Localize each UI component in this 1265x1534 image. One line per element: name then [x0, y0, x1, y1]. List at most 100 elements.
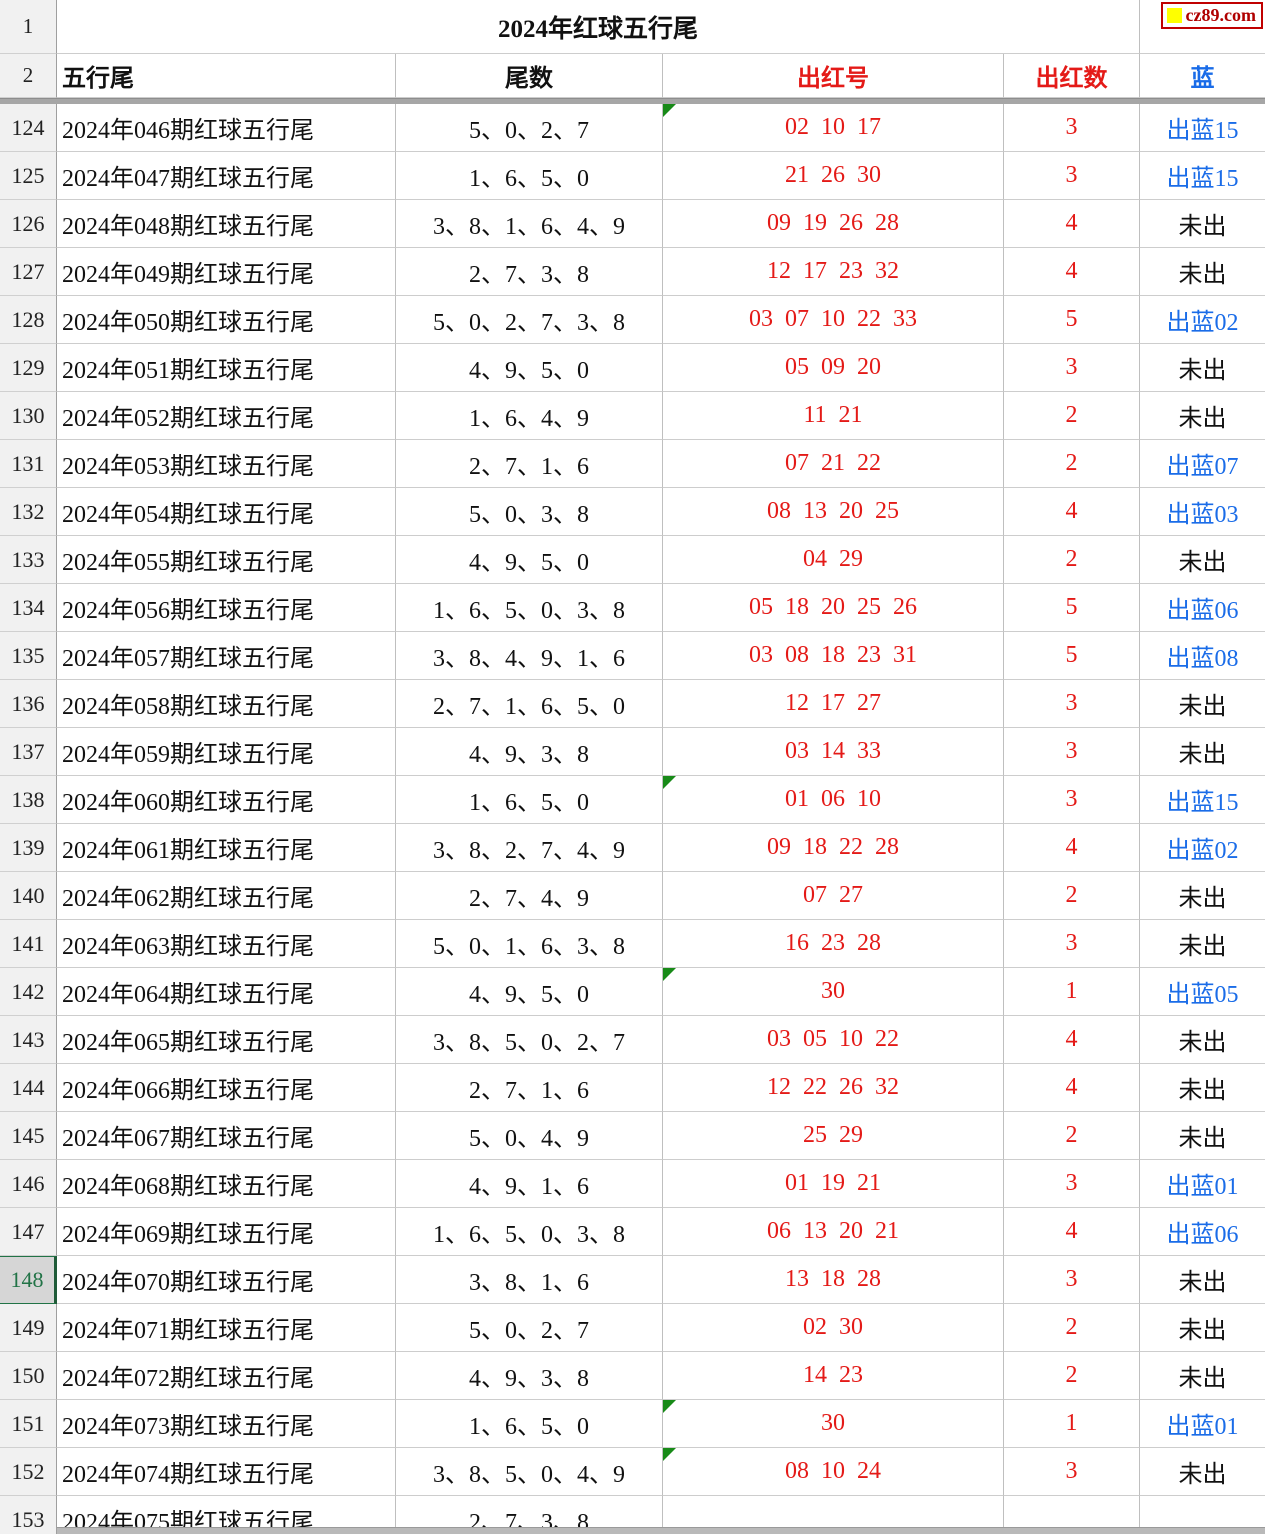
- cell-blue-result[interactable]: 未出: [1140, 248, 1265, 296]
- cell-red-count[interactable]: 5: [1004, 584, 1140, 632]
- cell-period[interactable]: 2024年066期红球五行尾: [57, 1064, 396, 1112]
- cell-tails[interactable]: 1、6、4、9: [396, 392, 663, 440]
- cell-period[interactable]: 2024年054期红球五行尾: [57, 488, 396, 536]
- cell-blue-result[interactable]: 未出: [1140, 1064, 1265, 1112]
- row-header[interactable]: 138: [0, 776, 57, 824]
- cell-period[interactable]: 2024年055期红球五行尾: [57, 536, 396, 584]
- cell-red-count[interactable]: 2: [1004, 392, 1140, 440]
- row-header[interactable]: 141: [0, 920, 57, 968]
- cell-red-numbers[interactable]: 25 29: [663, 1112, 1004, 1160]
- cell-period[interactable]: 2024年049期红球五行尾: [57, 248, 396, 296]
- cell-period[interactable]: 2024年064期红球五行尾: [57, 968, 396, 1016]
- cell-red-numbers[interactable]: 03 14 33: [663, 728, 1004, 776]
- cell-red-numbers[interactable]: 07 27: [663, 872, 1004, 920]
- cell-red-count[interactable]: 3: [1004, 776, 1140, 824]
- row-header[interactable]: 128: [0, 296, 57, 344]
- row-header[interactable]: 153: [0, 1496, 57, 1534]
- cell-blue-result[interactable]: 未出: [1140, 536, 1265, 584]
- cell-blue-result[interactable]: 出蓝05: [1140, 968, 1265, 1016]
- cell-period[interactable]: 2024年059期红球五行尾: [57, 728, 396, 776]
- cell-period[interactable]: 2024年051期红球五行尾: [57, 344, 396, 392]
- cell-red-numbers[interactable]: 30: [663, 1400, 1004, 1448]
- row-header[interactable]: 126: [0, 200, 57, 248]
- cell-tails[interactable]: 2、7、3、8: [396, 248, 663, 296]
- cell-blue-result[interactable]: 未出: [1140, 1016, 1265, 1064]
- row-header[interactable]: 131: [0, 440, 57, 488]
- column-header-red-count[interactable]: 出红数: [1004, 54, 1140, 98]
- cell-red-numbers[interactable]: 03 07 10 22 33: [663, 296, 1004, 344]
- cell-tails[interactable]: 4、9、5、0: [396, 968, 663, 1016]
- cell-blue-result[interactable]: 出蓝01: [1140, 1160, 1265, 1208]
- row-header[interactable]: 134: [0, 584, 57, 632]
- cell-red-count[interactable]: 4: [1004, 1208, 1140, 1256]
- cell-red-count[interactable]: 3: [1004, 680, 1140, 728]
- cell-period[interactable]: 2024年057期红球五行尾: [57, 632, 396, 680]
- cell-period[interactable]: 2024年070期红球五行尾: [57, 1256, 396, 1304]
- cell-period[interactable]: 2024年063期红球五行尾: [57, 920, 396, 968]
- cell-blue-result[interactable]: 出蓝15: [1140, 776, 1265, 824]
- column-header-blue[interactable]: 蓝: [1140, 54, 1265, 98]
- cell-red-count[interactable]: 2: [1004, 1304, 1140, 1352]
- column-header-red-numbers[interactable]: 出红号: [663, 54, 1004, 98]
- cell-blue-result[interactable]: 未出: [1140, 1448, 1265, 1496]
- cell-red-numbers[interactable]: 05 18 20 25 26: [663, 584, 1004, 632]
- row-header[interactable]: 130: [0, 392, 57, 440]
- cell-red-count[interactable]: 2: [1004, 1352, 1140, 1400]
- row-header[interactable]: 152: [0, 1448, 57, 1496]
- cell-red-numbers[interactable]: 12 17 27: [663, 680, 1004, 728]
- cell-red-count[interactable]: 3: [1004, 1448, 1140, 1496]
- cell-blue-result[interactable]: 未出: [1140, 1112, 1265, 1160]
- cell-period[interactable]: 2024年047期红球五行尾: [57, 152, 396, 200]
- row-header[interactable]: 127: [0, 248, 57, 296]
- cell-red-numbers[interactable]: 03 05 10 22: [663, 1016, 1004, 1064]
- cell-period[interactable]: 2024年062期红球五行尾: [57, 872, 396, 920]
- cell-red-count[interactable]: 5: [1004, 632, 1140, 680]
- row-header[interactable]: 133: [0, 536, 57, 584]
- cell-tails[interactable]: 1、6、5、0: [396, 152, 663, 200]
- row-header[interactable]: 132: [0, 488, 57, 536]
- cell-red-numbers[interactable]: 12 22 26 32: [663, 1064, 1004, 1112]
- cell-red-count[interactable]: 2: [1004, 872, 1140, 920]
- cell-tails[interactable]: 2、7、1、6: [396, 440, 663, 488]
- row-header[interactable]: 125: [0, 152, 57, 200]
- cell-red-count[interactable]: 3: [1004, 104, 1140, 152]
- cell-tails[interactable]: 3、8、5、0、2、7: [396, 1016, 663, 1064]
- cell-blue-result[interactable]: 出蓝08: [1140, 632, 1265, 680]
- cell-red-count[interactable]: 1: [1004, 968, 1140, 1016]
- cell-red-numbers[interactable]: 09 19 26 28: [663, 200, 1004, 248]
- cell-red-numbers[interactable]: 01 06 10: [663, 776, 1004, 824]
- cell-red-numbers[interactable]: 02 30: [663, 1304, 1004, 1352]
- cell-tails[interactable]: 3、8、2、7、4、9: [396, 824, 663, 872]
- cell-blue-result[interactable]: 出蓝06: [1140, 1208, 1265, 1256]
- cell-tails[interactable]: 3、8、1、6: [396, 1256, 663, 1304]
- row-header[interactable]: 135: [0, 632, 57, 680]
- cell-period[interactable]: 2024年074期红球五行尾: [57, 1448, 396, 1496]
- cell-blue-result[interactable]: 未出: [1140, 1304, 1265, 1352]
- cell-red-numbers[interactable]: 09 18 22 28: [663, 824, 1004, 872]
- cell-tails[interactable]: 5、0、2、7: [396, 104, 663, 152]
- cell-blue-result[interactable]: 未出: [1140, 872, 1265, 920]
- cell-red-count[interactable]: 2: [1004, 536, 1140, 584]
- cell-period[interactable]: 2024年061期红球五行尾: [57, 824, 396, 872]
- cell-red-count[interactable]: 3: [1004, 1160, 1140, 1208]
- cell-red-numbers[interactable]: 08 13 20 25: [663, 488, 1004, 536]
- column-header-period[interactable]: 五行尾: [57, 54, 396, 98]
- cell-period[interactable]: 2024年056期红球五行尾: [57, 584, 396, 632]
- cell-blue-result[interactable]: 出蓝03: [1140, 488, 1265, 536]
- cell-red-count[interactable]: 3: [1004, 344, 1140, 392]
- cell-red-count[interactable]: 4: [1004, 1064, 1140, 1112]
- row-header[interactable]: 142: [0, 968, 57, 1016]
- cell-period[interactable]: 2024年071期红球五行尾: [57, 1304, 396, 1352]
- cell-red-numbers[interactable]: 08 10 24: [663, 1448, 1004, 1496]
- cell-red-numbers[interactable]: 30: [663, 968, 1004, 1016]
- cell-red-numbers[interactable]: 04 29: [663, 536, 1004, 584]
- cell-red-count[interactable]: 4: [1004, 1016, 1140, 1064]
- cell-red-count[interactable]: 3: [1004, 1256, 1140, 1304]
- cell-blue-result[interactable]: 出蓝15: [1140, 152, 1265, 200]
- row-header[interactable]: 137: [0, 728, 57, 776]
- cell-blue-result[interactable]: 出蓝02: [1140, 296, 1265, 344]
- cell-tails[interactable]: 5、0、2、7: [396, 1304, 663, 1352]
- cell-tails[interactable]: 4、9、5、0: [396, 344, 663, 392]
- row-header[interactable]: 148: [0, 1256, 57, 1304]
- cell-tails[interactable]: 3、8、1、6、4、9: [396, 200, 663, 248]
